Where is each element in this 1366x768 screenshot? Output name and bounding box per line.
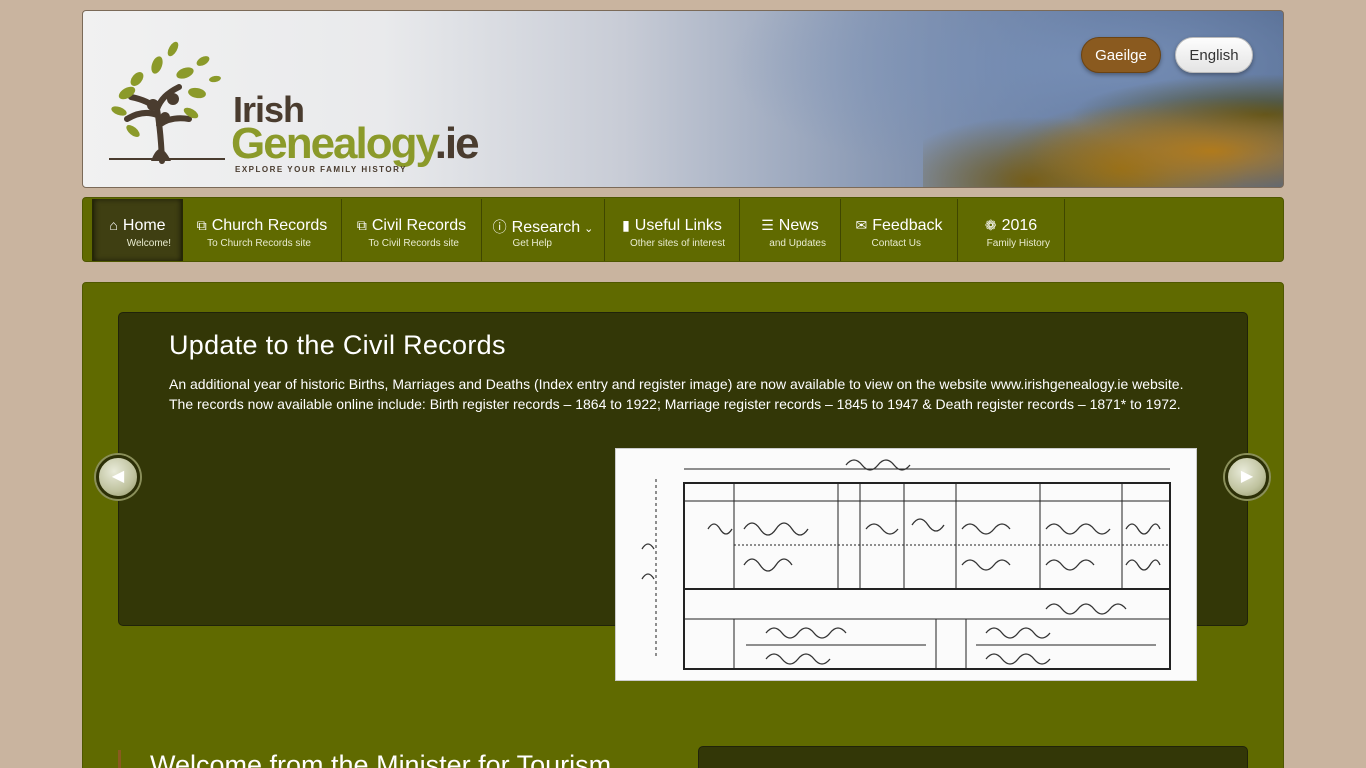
chevron-down-icon: ⌄: [584, 223, 594, 235]
slide-text: An additional year of historic Births, M…: [169, 376, 1184, 412]
nav-item-research-sub: Get Help: [512, 238, 552, 249]
book-icon: ❁: [984, 217, 997, 233]
slide-title: Update to the Civil Records: [169, 330, 506, 360]
site-logo[interactable]: Irish Genealogy.ie EXPLORE YOUR FAMILY H…: [107, 35, 480, 174]
info-icon: ⓘ: [492, 219, 507, 235]
nav-item-home-label: Home: [122, 217, 166, 234]
nav-item-news-label: News: [778, 217, 819, 234]
nav-item-news-sub: and Updates: [769, 238, 826, 249]
site-header: Irish Genealogy.ie EXPLORE YOUR FAMILY H…: [82, 10, 1284, 188]
logo-genealogy-text: Genealogy: [231, 119, 437, 168]
nav-item-useful-links-sub: Other sites of interest: [629, 238, 725, 249]
chevron-left-icon: ◀: [111, 468, 125, 485]
bookmark-icon: ▮: [622, 217, 630, 233]
external-link-icon: ⧉: [356, 217, 367, 233]
header-forest-image: [923, 67, 1283, 187]
nav-item-church-records-sub: To Church Records site: [207, 238, 311, 249]
family-tree-icon: [109, 41, 225, 164]
nav-item-civil-records-sub: To Civil Records site: [368, 238, 459, 249]
external-link-icon: ⧉: [196, 217, 207, 233]
nav-item-feedback[interactable]: ✉ Feedback Contact Us: [841, 199, 958, 261]
nav-item-home[interactable]: ⌂ Home Welcome!: [92, 199, 183, 261]
nav-item-2016-label: 2016: [1001, 217, 1038, 234]
nav-item-research[interactable]: ⓘ Research ⌄ Get Help: [482, 199, 605, 261]
nav-item-news[interactable]: ☰ News and Updates: [740, 199, 841, 261]
nav-item-useful-links-label: Useful Links: [634, 217, 722, 234]
carousel-next-button[interactable]: ▶: [1225, 455, 1269, 499]
nav-item-civil-records-label: Civil Records: [371, 217, 467, 234]
nav-item-church-records[interactable]: ⧉ Church Records To Church Records site: [183, 199, 342, 261]
logo-suffix: .ie: [434, 119, 480, 168]
nav-item-home-sub: Welcome!: [126, 238, 171, 249]
nav-item-2016-sub: Family History: [986, 238, 1050, 249]
marriage-register-image: [615, 448, 1197, 681]
side-panel: [698, 746, 1248, 768]
main-nav: ⌂ Home Welcome! ⧉ Church Records To Church…: [82, 197, 1284, 262]
welcome-accent-bar: [118, 750, 121, 768]
welcome-heading: Welcome from the Minister for Tourism: [150, 750, 612, 768]
list-icon: ☰: [761, 217, 774, 233]
logo-tagline: EXPLORE YOUR FAMILY HISTORY: [235, 165, 407, 174]
language-english-button[interactable]: English: [1175, 37, 1253, 73]
nav-item-feedback-label: Feedback: [872, 217, 943, 234]
register-document-image: [616, 449, 1196, 680]
language-irish-button[interactable]: Gaeilge: [1081, 37, 1161, 73]
nav-item-feedback-sub: Contact Us: [871, 238, 921, 249]
nav-item-research-label: Research: [511, 219, 581, 236]
nav-item-church-records-label: Church Records: [211, 217, 328, 234]
carousel-prev-button[interactable]: ◀: [96, 455, 140, 499]
home-icon: ⌂: [109, 217, 118, 233]
nav-item-2016[interactable]: ❁ 2016 Family History: [958, 199, 1065, 261]
nav-item-useful-links[interactable]: ▮ Useful Links Other sites of interest: [605, 199, 740, 261]
chevron-right-icon: ▶: [1240, 468, 1254, 485]
nav-item-civil-records[interactable]: ⧉ Civil Records To Civil Records site: [342, 199, 482, 261]
logo-word-genealogy: Genealogy.ie: [231, 119, 480, 169]
envelope-icon: ✉: [855, 217, 868, 233]
